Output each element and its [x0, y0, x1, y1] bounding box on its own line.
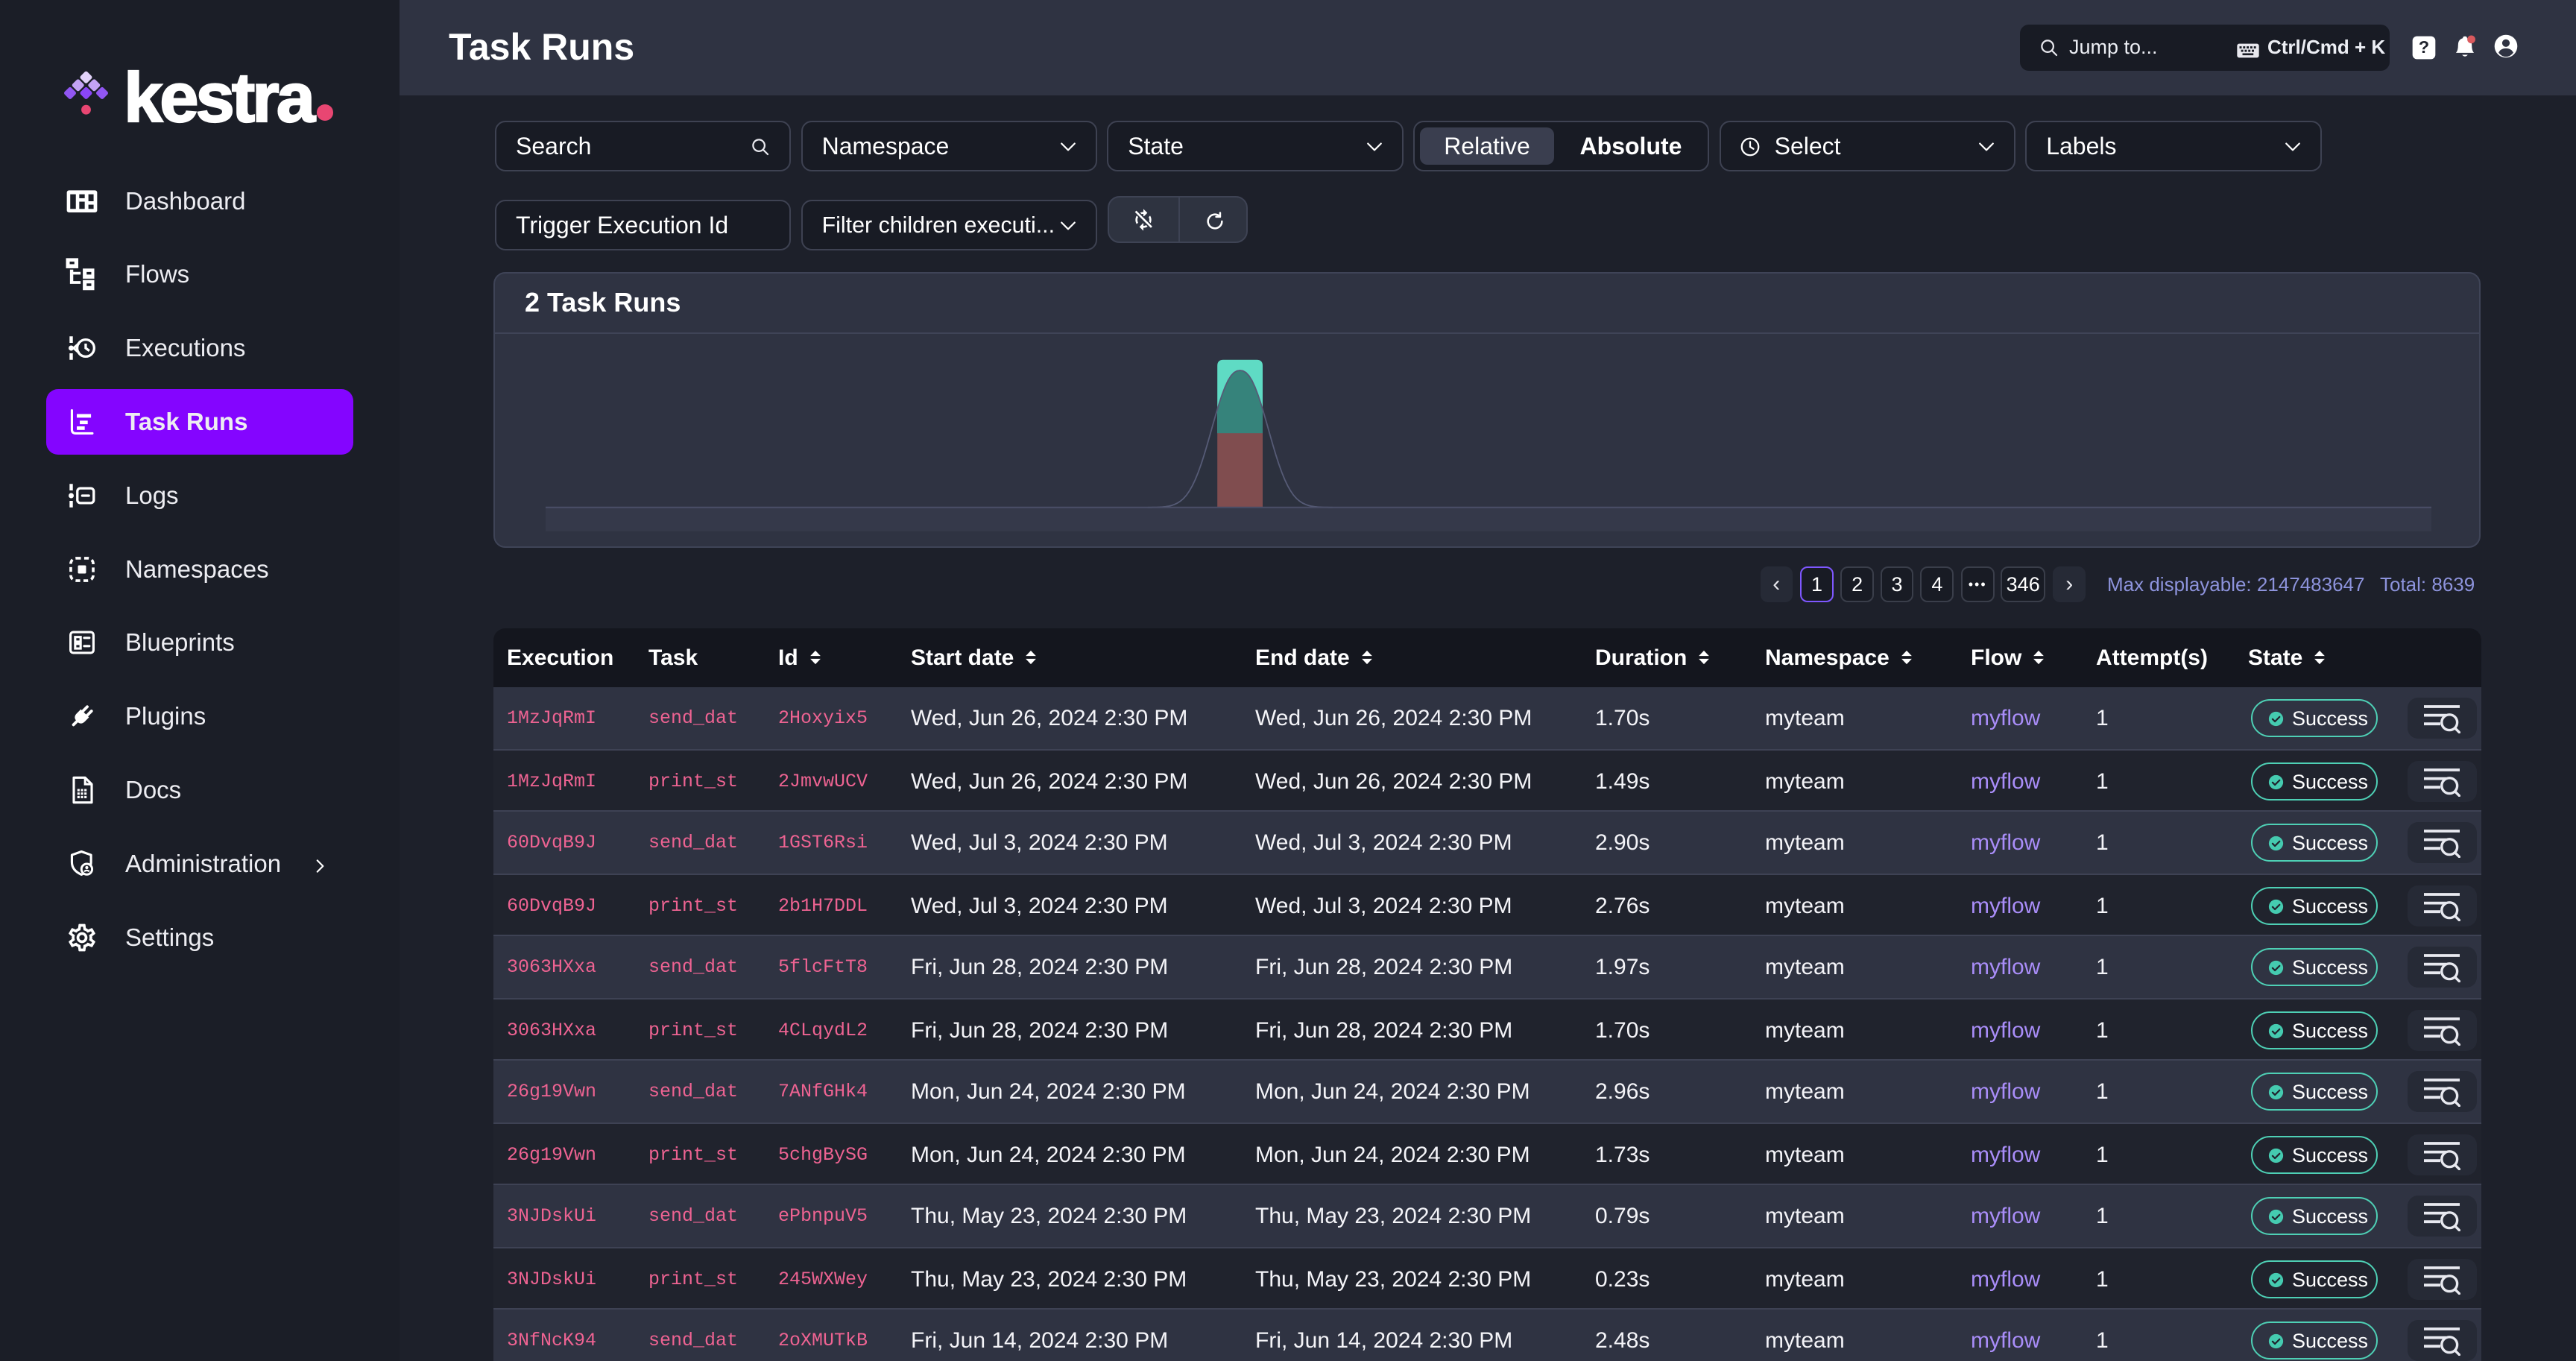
- svg-text:?: ?: [2419, 37, 2429, 57]
